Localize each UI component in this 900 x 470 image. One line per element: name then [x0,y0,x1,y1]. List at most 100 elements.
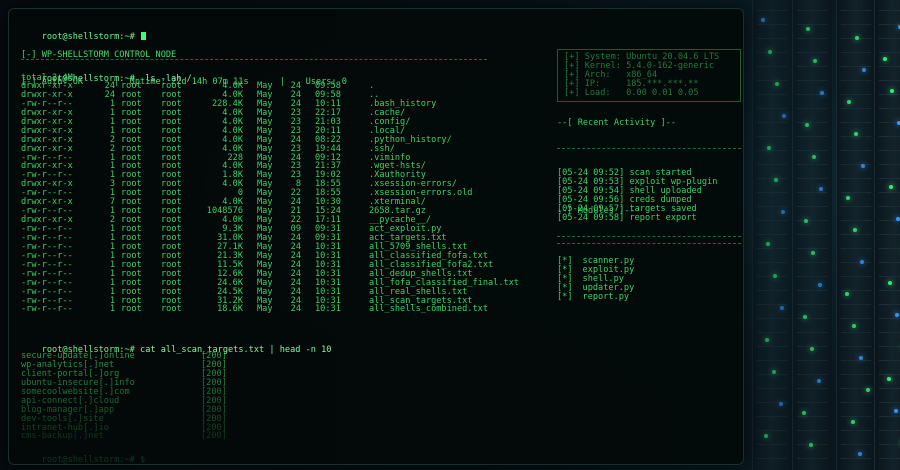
rack-slot [797,360,827,361]
rack-slot [879,304,900,305]
rack-slot [797,290,827,291]
rack-slot [797,52,827,53]
rack-slot [841,94,871,95]
rack-slot [757,374,787,375]
rack-slot [797,234,827,235]
rack-slot [757,304,787,305]
rack-slot [757,458,787,459]
rack-slot [841,178,871,179]
rack-slot [797,374,827,375]
server-status-light-icon [845,292,849,296]
rack-slot [797,262,827,263]
directory-listing: drwxr-xr-x 24 root root 4.0K May 24 09:58. drwxr… [21,82,519,314]
server-status-light-icon [817,379,821,383]
rack-slot [797,206,827,207]
server-status-light-icon [866,388,870,392]
server-status-light-icon [812,155,816,159]
server-status-light-icon [846,196,850,200]
rack-slot [841,66,871,67]
rack-slot [879,38,900,39]
rack-slot [757,178,787,179]
server-status-light-icon [887,377,891,381]
rack-slot [757,388,787,389]
rack-slot [757,346,787,347]
rack-slot [841,10,871,11]
rack-slot [879,24,900,25]
rack-slot [841,304,871,305]
server-status-light-icon [858,452,862,456]
terminal-window[interactable]: root@shellstorm:~# [-] WP-SHELLSTORM CON… [8,8,744,465]
server-status-light-icon [861,164,865,168]
server-status-light-icon [766,242,770,246]
server-status-light-icon [761,18,765,22]
server-status-light-icon [819,187,823,191]
rack-slot [797,164,827,165]
server-status-light-icon [768,50,772,54]
rack-slot [879,136,900,137]
rack-slot [757,262,787,263]
link-count: 1 [109,304,115,315]
rack-slot [879,444,900,445]
rack-slot [797,80,827,81]
rack-slot [879,402,900,403]
rack-slot [797,10,827,11]
rack-slot [757,24,787,25]
rack-slot [757,122,787,123]
rack-slot [879,346,900,347]
server-status-light-icon [780,306,784,310]
recent-activity-title: --[ Recent Activity ]-- [557,117,676,128]
file-size: 18.6K [217,304,243,315]
faded-prompt-line: root@shellstorm:~# $ [21,447,146,464]
server-rack [836,0,876,470]
rack-slot [879,276,900,277]
rack-slot [879,248,900,249]
server-status-light-icon [896,217,900,221]
rack-slot [757,332,787,333]
rack-slot [841,52,871,53]
server-status-light-icon [810,347,814,351]
rack-slot [797,304,827,305]
server-rack [874,0,900,470]
rack-slot [757,290,787,291]
rack-slot [797,458,827,459]
rack-slot [841,318,871,319]
rack-slot [797,66,827,67]
server-status-light-icon [781,210,785,214]
rack-slot [797,430,827,431]
server-status-light-icon [895,313,899,317]
file-size: 4.0K [222,179,243,190]
rack-slot [757,318,787,319]
rack-slot [841,108,871,109]
server-status-light-icon [890,89,894,93]
rack-slot [841,430,871,431]
rack-slot [841,234,871,235]
listing-row: -rw-r--r-- 1 root root 18.6K May 24 10:31 all_sh… [21,305,519,314]
server-status-light-icon [802,411,806,415]
rack-slot [757,136,787,137]
permissions: -rw-r--r-- [21,304,73,315]
rack-slot [797,24,827,25]
rack-slot [879,318,900,319]
server-status-light-icon [859,356,863,360]
rack-slot [797,416,827,417]
server-rack [752,0,792,470]
rack-slot [757,416,787,417]
server-status-light-icon [860,260,864,264]
scan-targets-output: secure-update[.]online [200] wp-analytics[… [21,352,227,441]
rack-slot [879,430,900,431]
server-status-light-icon [862,68,866,72]
server-status-light-icon [889,185,893,189]
rack-slot [879,10,900,11]
rack-slot [757,220,787,221]
rack-slot [841,346,871,347]
rack-slot [757,430,787,431]
rack-slot [841,80,871,81]
rack-slot [757,192,787,193]
rack-slot [841,416,871,417]
server-status-light-icon [851,420,855,424]
rack-slot [797,220,827,221]
rack-slot [841,458,871,459]
system-info-line: [+] Load: 0.00 0.01 0.05 [564,87,699,98]
server-status-light-icon [774,178,778,182]
rack-slot [879,360,900,361]
